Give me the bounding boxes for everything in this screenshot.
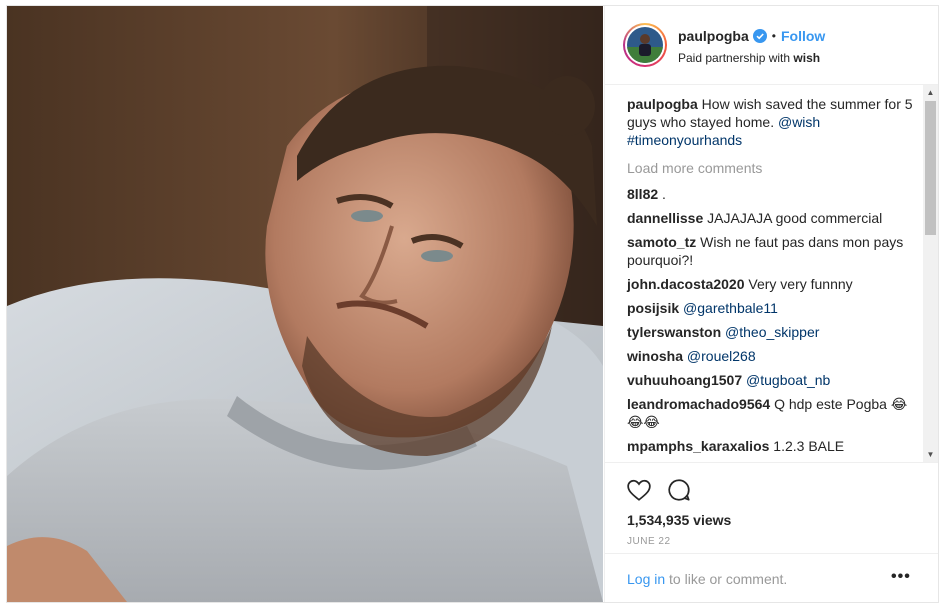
caption-username[interactable]: paulpogba <box>627 96 698 112</box>
comment-username[interactable]: winosha <box>627 348 683 364</box>
caption-hashtag[interactable]: #timeonyourhands <box>627 132 742 148</box>
comment-username[interactable]: posijsik <box>627 300 679 316</box>
comment: mpamphs_karaxalios 1.2.3 BALE <box>627 438 845 454</box>
comment-mention[interactable]: @theo_skipper <box>725 324 819 340</box>
post-caption: paulpogba How wish saved the summer for … <box>627 95 913 149</box>
scroll-down-arrow-icon[interactable]: ▼ <box>923 447 938 462</box>
comment-username[interactable]: leandromachado9564 <box>627 396 770 412</box>
post-side-panel: paulpogba • Follow Paid partnership with… <box>604 6 938 602</box>
instagram-post: paulpogba • Follow Paid partnership with… <box>6 5 939 603</box>
comment-username[interactable]: john.dacosta2020 <box>627 276 745 292</box>
comment: 8ll82 . <box>627 186 666 202</box>
paid-partnership-label: Paid partnership with wish <box>678 51 821 65</box>
comment: vuhuuhoang1507 @tugboat_nb <box>627 371 913 389</box>
comment-username[interactable]: mpamphs_karaxalios <box>627 438 769 454</box>
comment-mention[interactable]: @rouel268 <box>687 348 756 364</box>
post-video[interactable] <box>7 6 603 602</box>
caption-mention[interactable]: @wish <box>778 114 820 130</box>
post-header: paulpogba • Follow Paid partnership with… <box>605 6 938 85</box>
comment: winosha @rouel268 <box>627 347 913 365</box>
avatar-image <box>627 27 663 63</box>
scrollbar-thumb[interactable] <box>925 101 936 235</box>
comment-username[interactable]: dannellisse <box>627 210 703 226</box>
comment-mention[interactable]: @garethbale11 <box>683 300 778 316</box>
scroll-up-arrow-icon[interactable]: ▲ <box>923 85 938 100</box>
comments-scrollbar[interactable]: ▲ ▼ <box>923 85 938 462</box>
video-frame <box>7 6 603 602</box>
load-more-comments-button[interactable]: Load more comments <box>627 159 913 177</box>
view-count[interactable]: 1,534,935 views <box>627 512 731 528</box>
comment: john.dacosta2020 Very very funnny <box>627 276 853 292</box>
comment: dannellisse JAJAJAJA good commercial <box>627 210 883 226</box>
verified-badge-icon <box>752 29 767 43</box>
separator-dot: • <box>771 29 776 43</box>
comment-username[interactable]: vuhuuhoang1507 <box>627 372 742 388</box>
post-actions: 1,534,935 views JUNE 22 Log in to like o… <box>605 462 938 603</box>
login-link[interactable]: Log in <box>627 571 665 587</box>
comment: samoto_tz Wish ne faut pas dans mon pays… <box>627 234 904 268</box>
comment: posijsik @garethbale11 <box>627 299 913 317</box>
comment: leandromachado9564 Q hdp este Pogba 😂😂😂 <box>627 396 908 430</box>
comment-icon[interactable] <box>666 477 692 503</box>
header-username[interactable]: paulpogba <box>678 28 749 44</box>
comments-section: paulpogba How wish saved the summer for … <box>605 85 938 462</box>
more-options-icon[interactable]: ••• <box>891 568 911 586</box>
comment-mention[interactable]: @tugboat_nb <box>746 372 830 388</box>
post-date: JUNE 22 <box>627 536 671 547</box>
comment-username[interactable]: 8ll82 <box>627 186 658 202</box>
heart-icon[interactable] <box>626 477 652 503</box>
comment-username[interactable]: samoto_tz <box>627 234 696 250</box>
comment-username[interactable]: tylerswanston <box>627 324 721 340</box>
partner-link[interactable]: wish <box>793 51 820 65</box>
comment: tylerswanston @theo_skipper <box>627 323 913 341</box>
login-bar: Log in to like or comment. ••• <box>605 553 938 604</box>
avatar[interactable] <box>623 23 667 67</box>
follow-button[interactable]: Follow <box>781 28 825 44</box>
